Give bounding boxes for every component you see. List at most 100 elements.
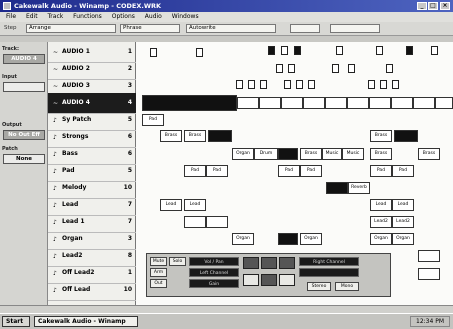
audio-clip[interactable] xyxy=(236,80,243,89)
audio-clip[interactable] xyxy=(348,64,355,73)
clip[interactable] xyxy=(208,130,232,142)
app-icon[interactable] xyxy=(3,2,11,10)
audio-clip[interactable] xyxy=(376,46,383,55)
audio-clip[interactable] xyxy=(260,80,267,89)
inspector-input-value[interactable] xyxy=(3,82,45,92)
fader-knob[interactable] xyxy=(279,274,295,286)
clip[interactable] xyxy=(206,216,228,228)
clip-pad[interactable]: Pad xyxy=(370,165,392,177)
clip-pad[interactable]: Pad xyxy=(206,165,228,177)
fader-knob[interactable] xyxy=(243,257,259,269)
clip-brass[interactable]: Brass xyxy=(370,130,392,142)
clip[interactable] xyxy=(418,268,440,280)
clip-reverb[interactable]: Reverb xyxy=(348,182,370,194)
menu-audio[interactable]: Audio xyxy=(145,12,162,22)
menu-options[interactable]: Options xyxy=(112,12,135,22)
clip-brass[interactable]: Brass xyxy=(184,130,206,142)
clip[interactable] xyxy=(281,97,303,109)
audio-clip[interactable] xyxy=(248,80,255,89)
phrase-select[interactable]: Phrase xyxy=(120,24,180,33)
menu-file[interactable]: File xyxy=(6,12,16,22)
clip[interactable] xyxy=(347,97,369,109)
clip-drum[interactable]: Drum xyxy=(254,148,278,160)
audio-clip[interactable] xyxy=(392,80,399,89)
clip-lead[interactable]: Lead xyxy=(160,199,182,211)
clip-music[interactable]: Music xyxy=(342,148,364,160)
audio-clip[interactable] xyxy=(380,80,387,89)
clip-brass[interactable]: Brass xyxy=(160,130,182,142)
menu-windows[interactable]: Windows xyxy=(172,12,199,22)
audio-clip[interactable] xyxy=(288,64,295,73)
clip-lead[interactable]: Lead xyxy=(184,199,206,211)
taskbar-app-button[interactable]: Cakewalk Audio - Winamp xyxy=(34,316,138,327)
clip[interactable] xyxy=(418,250,440,262)
menu-track[interactable]: Track xyxy=(48,12,64,22)
clip[interactable] xyxy=(435,97,453,109)
inspector-output-value[interactable]: No Out Eff xyxy=(3,130,45,140)
arm-button[interactable]: Arm xyxy=(150,268,167,277)
clip-brass[interactable]: Brass xyxy=(300,148,322,160)
menu-edit[interactable]: Edit xyxy=(26,12,38,22)
audio-clip[interactable] xyxy=(281,46,288,55)
clip[interactable] xyxy=(278,233,298,245)
minimize-icon[interactable]: _ xyxy=(417,2,427,10)
clip[interactable] xyxy=(369,97,391,109)
toolbar-field-4[interactable] xyxy=(290,24,320,33)
clip[interactable] xyxy=(413,97,435,109)
audio-clip[interactable] xyxy=(386,64,393,73)
clip[interactable] xyxy=(259,97,281,109)
clip-pad[interactable]: Pad xyxy=(278,165,300,177)
audio-clip[interactable] xyxy=(284,80,291,89)
audio-clip[interactable] xyxy=(332,64,339,73)
clip[interactable] xyxy=(391,97,413,109)
clip-lead[interactable]: Lead xyxy=(392,199,414,211)
clip[interactable] xyxy=(278,148,298,160)
clip-pad[interactable]: Pad xyxy=(300,165,322,177)
clip-organ[interactable]: Organ xyxy=(300,233,322,245)
clip[interactable] xyxy=(303,97,325,109)
clip-pad[interactable]: Pad xyxy=(142,114,164,126)
clip[interactable] xyxy=(325,97,347,109)
fader-knob[interactable] xyxy=(261,257,277,269)
autowrite-select[interactable]: Autowrite xyxy=(186,24,276,33)
clip[interactable] xyxy=(184,216,206,228)
inspector-track-value[interactable]: AUDIO 4 xyxy=(3,54,45,64)
audio-clip[interactable] xyxy=(196,48,203,57)
fader-knob[interactable] xyxy=(243,274,259,286)
clip[interactable] xyxy=(326,182,348,194)
clip-pad[interactable]: Pad xyxy=(392,165,414,177)
audio-clip[interactable] xyxy=(276,64,283,73)
audio-clip[interactable] xyxy=(150,48,157,57)
clip-pad[interactable]: Pad xyxy=(184,165,206,177)
audio-clip[interactable] xyxy=(406,46,413,55)
clip-lead[interactable]: Lead xyxy=(370,199,392,211)
start-button[interactable]: Start xyxy=(2,316,30,327)
audio-clip[interactable] xyxy=(336,46,343,55)
fader-knob[interactable] xyxy=(279,257,295,269)
mono-button[interactable]: Mono xyxy=(335,282,359,291)
clip-brass[interactable]: Brass xyxy=(370,148,392,160)
clip-organ[interactable]: Organ xyxy=(392,233,414,245)
fader-knob[interactable] xyxy=(261,274,277,286)
audio-clip[interactable] xyxy=(308,80,315,89)
toolbar-field-5[interactable] xyxy=(330,24,380,33)
clip-organ[interactable]: Organ xyxy=(232,233,254,245)
audio-clip[interactable] xyxy=(368,80,375,89)
clip[interactable] xyxy=(237,97,259,109)
clip-organ[interactable]: Organ xyxy=(232,148,254,160)
inspector-patch-value[interactable]: None xyxy=(3,154,45,164)
clip-lead2[interactable]: Lead2 xyxy=(392,216,414,228)
out-button[interactable]: Out xyxy=(150,279,167,288)
clip-brass[interactable]: Brass xyxy=(418,148,440,160)
audio-clip[interactable] xyxy=(294,46,301,55)
view-select[interactable]: Arrange xyxy=(26,24,116,33)
menu-functions[interactable]: Functions xyxy=(73,12,102,22)
title-bar[interactable]: Cakewalk Audio - Winamp - CODEX.WRK _ □ … xyxy=(0,0,453,12)
audio-clip-selected[interactable] xyxy=(142,95,237,111)
clip[interactable] xyxy=(394,130,418,142)
stereo-button[interactable]: Stereo xyxy=(307,282,331,291)
clip-lead2[interactable]: Lead2 xyxy=(370,216,392,228)
maximize-icon[interactable]: □ xyxy=(428,2,438,10)
track-row[interactable]: ♪ Off Lead 10 xyxy=(48,280,136,301)
clip-music[interactable]: Music xyxy=(322,148,342,160)
